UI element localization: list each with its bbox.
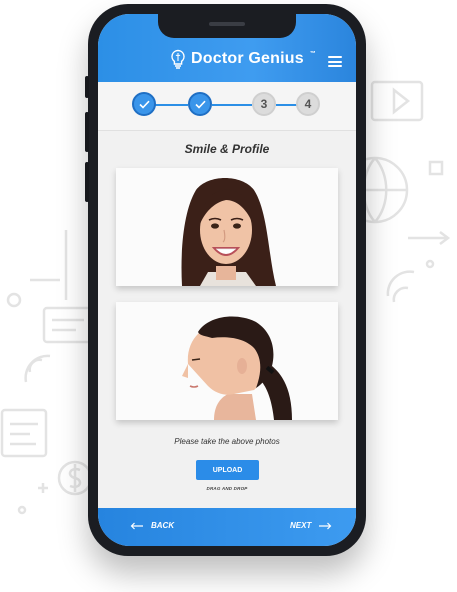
step-3[interactable]: 3 [252,92,276,116]
profile-photo[interactable] [116,302,338,420]
arrow-left-icon [130,522,143,529]
check-icon [138,100,150,109]
next-label: NEXT [290,521,312,530]
step-3-number: 3 [260,97,268,111]
brand-logo: Doctor Genius ™ [170,49,316,69]
brand-name: Doctor Genius [191,50,304,67]
smile-photo[interactable] [116,168,338,286]
step-2-complete[interactable] [188,92,212,116]
phone-notch [158,14,296,38]
back-button[interactable]: BACK [130,521,174,530]
footer-nav: BACK NEXT [98,508,356,546]
phone-volume-down [85,162,89,202]
phone-volume-up [85,112,89,152]
phone-frame: Doctor Genius ™ 3 4 Smile & Profile Plea… [85,4,366,556]
arrow-right-icon [319,522,332,529]
check-icon [194,100,206,109]
lightbulb-logo-icon [171,49,185,69]
next-button[interactable]: NEXT [290,521,332,530]
upload-button[interactable]: UPLOAD [196,460,259,480]
speaker-grill [209,22,245,26]
step-4-number: 4 [304,97,312,111]
step-1-complete[interactable] [132,92,156,116]
step-4[interactable]: 4 [296,92,320,116]
trademark-mark: ™ [309,51,317,57]
hamburger-menu-icon[interactable] [328,56,342,67]
woman-profile-image [116,302,338,420]
progress-stepper: 3 4 [98,82,356,131]
drag-and-drop-hint: DRAG AND DROP [206,486,248,491]
back-label: BACK [151,521,175,530]
page-title: Smile & Profile [184,142,270,156]
smiling-woman-image [116,168,338,286]
phone-side-button [85,76,89,98]
instruction-text: Please take the above photos [174,437,280,446]
phone-screen: Doctor Genius ™ 3 4 Smile & Profile Plea… [98,14,356,546]
step-connector-2 [212,104,252,106]
